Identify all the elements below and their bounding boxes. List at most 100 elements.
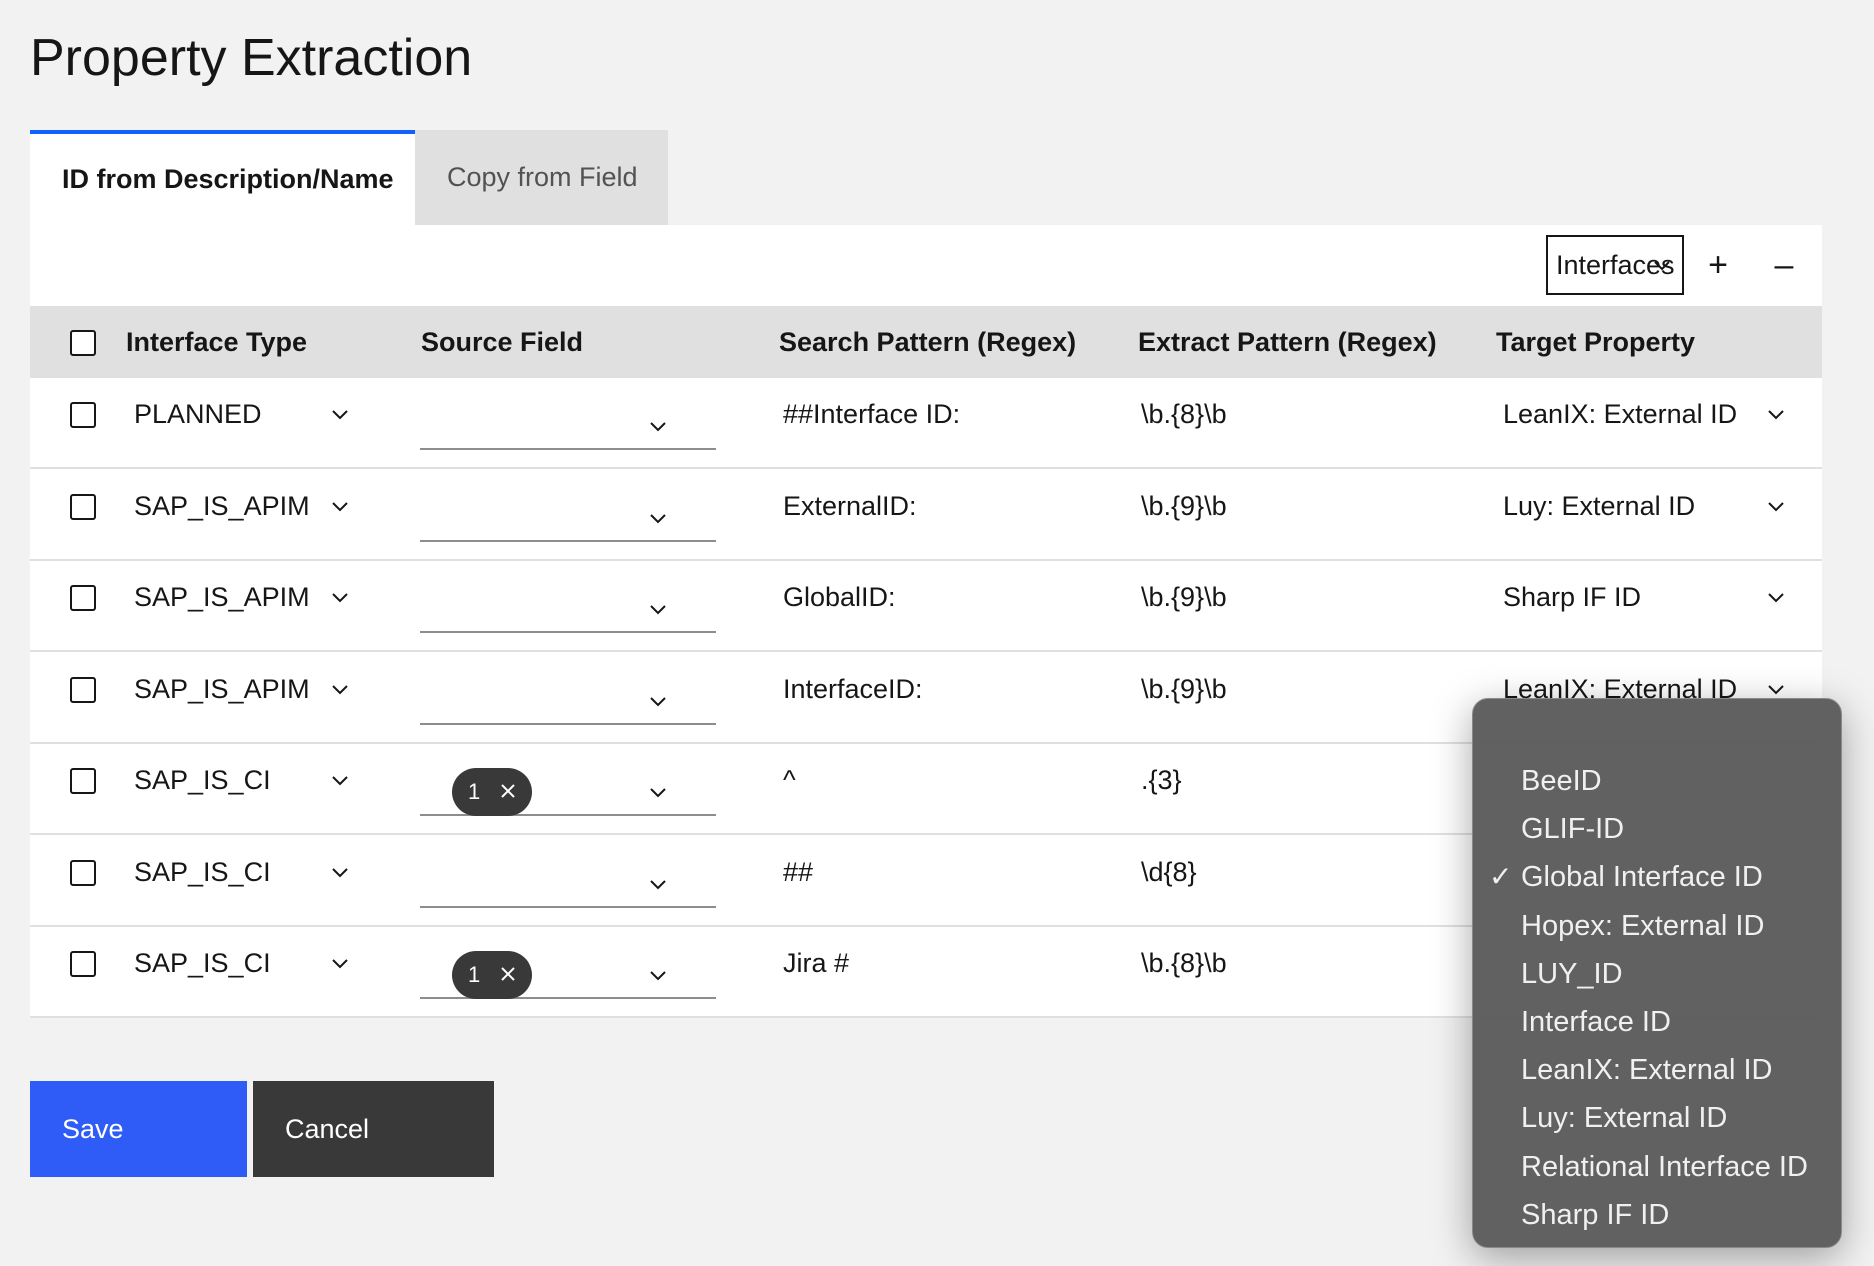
dropdown-option[interactable]: Global Interface ID (1521, 853, 1763, 901)
dropdown-option[interactable]: Sharp IF ID (1521, 1191, 1669, 1239)
chevron-down-icon[interactable] (1764, 402, 1788, 431)
tag-count: 1 (468, 962, 481, 987)
interface-type-select[interactable]: SAP_IS_APIM (134, 653, 310, 725)
header-search-pattern: Search Pattern (Regex) (779, 327, 1077, 357)
target-property-select[interactable]: LeanIX: External ID (1503, 378, 1737, 450)
target-property-value: Luy: External ID (1503, 490, 1696, 521)
row-checkbox[interactable] (70, 859, 96, 886)
interface-type-value: SAP_IS_APIM (134, 582, 310, 612)
source-field-select[interactable]: 1 (420, 937, 716, 999)
interface-type-select[interactable]: SAP_IS_CI (134, 744, 271, 816)
extract-pattern-value: \b.{9}\b (1141, 673, 1227, 704)
chevron-down-icon[interactable] (328, 585, 352, 614)
dropdown-option[interactable]: Hopex: External ID (1521, 902, 1764, 950)
dropdown-option[interactable]: BeeID (1521, 757, 1602, 805)
interface-type-value: SAP_IS_CI (134, 765, 271, 795)
dropdown-option[interactable]: Interface ID (1521, 998, 1671, 1046)
row-checkbox[interactable] (70, 402, 96, 428)
dropdown-option[interactable]: Relational Interface ID (1521, 1143, 1808, 1191)
tab-label: Copy from Field (447, 162, 638, 192)
tab-id-from-description[interactable]: ID from Description/Name (30, 130, 415, 225)
row-checkbox[interactable] (70, 676, 96, 703)
source-field-select[interactable] (420, 571, 716, 633)
save-label: Save (62, 1113, 124, 1144)
close-icon[interactable] (498, 781, 518, 807)
chevron-down-icon (1654, 261, 1670, 271)
close-icon[interactable] (498, 964, 518, 990)
chevron-down-icon[interactable] (1764, 494, 1788, 523)
interface-type-value: SAP_IS_APIM (134, 673, 310, 704)
tab-copy-from-field[interactable]: Copy from Field (415, 130, 668, 225)
interface-type-select[interactable]: SAP_IS_APIM (134, 470, 310, 542)
source-field-tag[interactable]: 1 (452, 951, 532, 999)
dropdown-option[interactable]: LeanIX: External ID (1521, 1046, 1772, 1094)
row-checkbox[interactable] (70, 585, 96, 611)
object-type-select[interactable]: Interfaces (1546, 235, 1684, 295)
checkmark-icon: ✓ (1489, 861, 1513, 893)
source-field-select[interactable]: 1 (420, 754, 716, 816)
chevron-down-icon[interactable] (328, 494, 352, 523)
interface-type-select[interactable]: SAP_IS_CI (134, 836, 271, 908)
table-row: SAP_IS_APIM GlobalID: \b.{9}\b Sharp IF ID (30, 561, 1822, 652)
source-field-select[interactable] (420, 480, 716, 542)
extract-pattern-value: \b.{9}\b (1141, 582, 1227, 612)
interface-type-value: SAP_IS_CI (134, 948, 271, 978)
interface-type-value: SAP_IS_CI (134, 856, 271, 887)
chevron-down-icon[interactable] (646, 963, 670, 992)
chevron-down-icon[interactable] (328, 951, 352, 980)
row-checkbox[interactable] (70, 493, 96, 520)
chevron-down-icon[interactable] (646, 506, 670, 535)
cancel-button[interactable]: Cancel (253, 1081, 494, 1177)
chevron-down-icon[interactable] (328, 860, 352, 889)
search-pattern-value: ExternalID: (783, 490, 917, 521)
search-pattern-value: ##Interface ID: (783, 399, 961, 429)
target-property-select[interactable]: Sharp IF ID (1503, 561, 1641, 633)
chevron-down-icon[interactable] (646, 597, 670, 626)
table-row: PLANNED ##Interface ID: \b.{8}\b LeanIX: Ex… (30, 378, 1822, 469)
dropdown-option[interactable]: GLIF-ID (1521, 805, 1624, 853)
remove-row-button[interactable]: – (1756, 237, 1812, 293)
header-extract-pattern: Extract Pattern (Regex) (1138, 327, 1437, 357)
dropdown-option[interactable]: LUY_ID (1521, 950, 1623, 998)
search-pattern-value: Jira # (783, 948, 850, 978)
source-field-select[interactable] (420, 388, 716, 450)
save-button[interactable]: Save (30, 1081, 247, 1177)
interface-type-select[interactable]: SAP_IS_CI (134, 927, 271, 999)
add-row-button[interactable]: + (1690, 237, 1746, 293)
interface-type-select[interactable]: SAP_IS_APIM (134, 561, 310, 633)
source-field-select[interactable] (420, 663, 716, 725)
target-property-value: LeanIX: External ID (1503, 399, 1738, 429)
search-pattern-value: ## (783, 856, 814, 887)
target-property-dropdown[interactable]: BeeID GLIF-ID ✓ Global Interface ID Hopex: E… (1472, 698, 1842, 1248)
extract-pattern-value: \d{8} (1141, 856, 1197, 887)
chevron-down-icon[interactable] (328, 402, 352, 431)
chevron-down-icon[interactable] (1764, 585, 1788, 614)
table-row: SAP_IS_APIM ExternalID: \b.{9}\b Luy: Exter… (30, 470, 1822, 561)
extract-pattern-value: .{3} (1141, 765, 1182, 795)
extract-pattern-value: \b.{8}\b (1141, 948, 1227, 978)
target-property-value: Sharp IF ID (1503, 582, 1642, 612)
target-property-select[interactable]: Luy: External ID (1503, 470, 1695, 542)
row-checkbox[interactable] (70, 768, 96, 794)
interface-type-value: PLANNED (134, 399, 262, 429)
chevron-down-icon[interactable] (328, 677, 352, 706)
table-header: Interface Type Source Field Search Patte… (30, 306, 1822, 378)
dropdown-option[interactable]: Luy: External ID (1521, 1094, 1727, 1142)
chevron-down-icon[interactable] (646, 689, 670, 718)
extract-pattern-value: \b.{9}\b (1141, 490, 1227, 521)
source-field-tag[interactable]: 1 (452, 768, 532, 816)
search-pattern-value: GlobalID: (783, 582, 896, 612)
chevron-down-icon[interactable] (646, 872, 670, 901)
source-field-select[interactable] (420, 846, 716, 908)
row-checkbox[interactable] (70, 951, 96, 977)
interface-type-value: SAP_IS_APIM (134, 490, 310, 521)
chevron-down-icon[interactable] (646, 414, 670, 443)
interface-type-select[interactable]: PLANNED (134, 378, 262, 450)
tag-count: 1 (468, 779, 481, 804)
select-all-checkbox[interactable] (70, 330, 96, 356)
header-source-field: Source Field (421, 327, 584, 357)
search-pattern-value: InterfaceID: (783, 673, 923, 704)
chevron-down-icon[interactable] (328, 768, 352, 797)
chevron-down-icon[interactable] (646, 780, 670, 809)
plus-icon: + (1708, 245, 1728, 284)
